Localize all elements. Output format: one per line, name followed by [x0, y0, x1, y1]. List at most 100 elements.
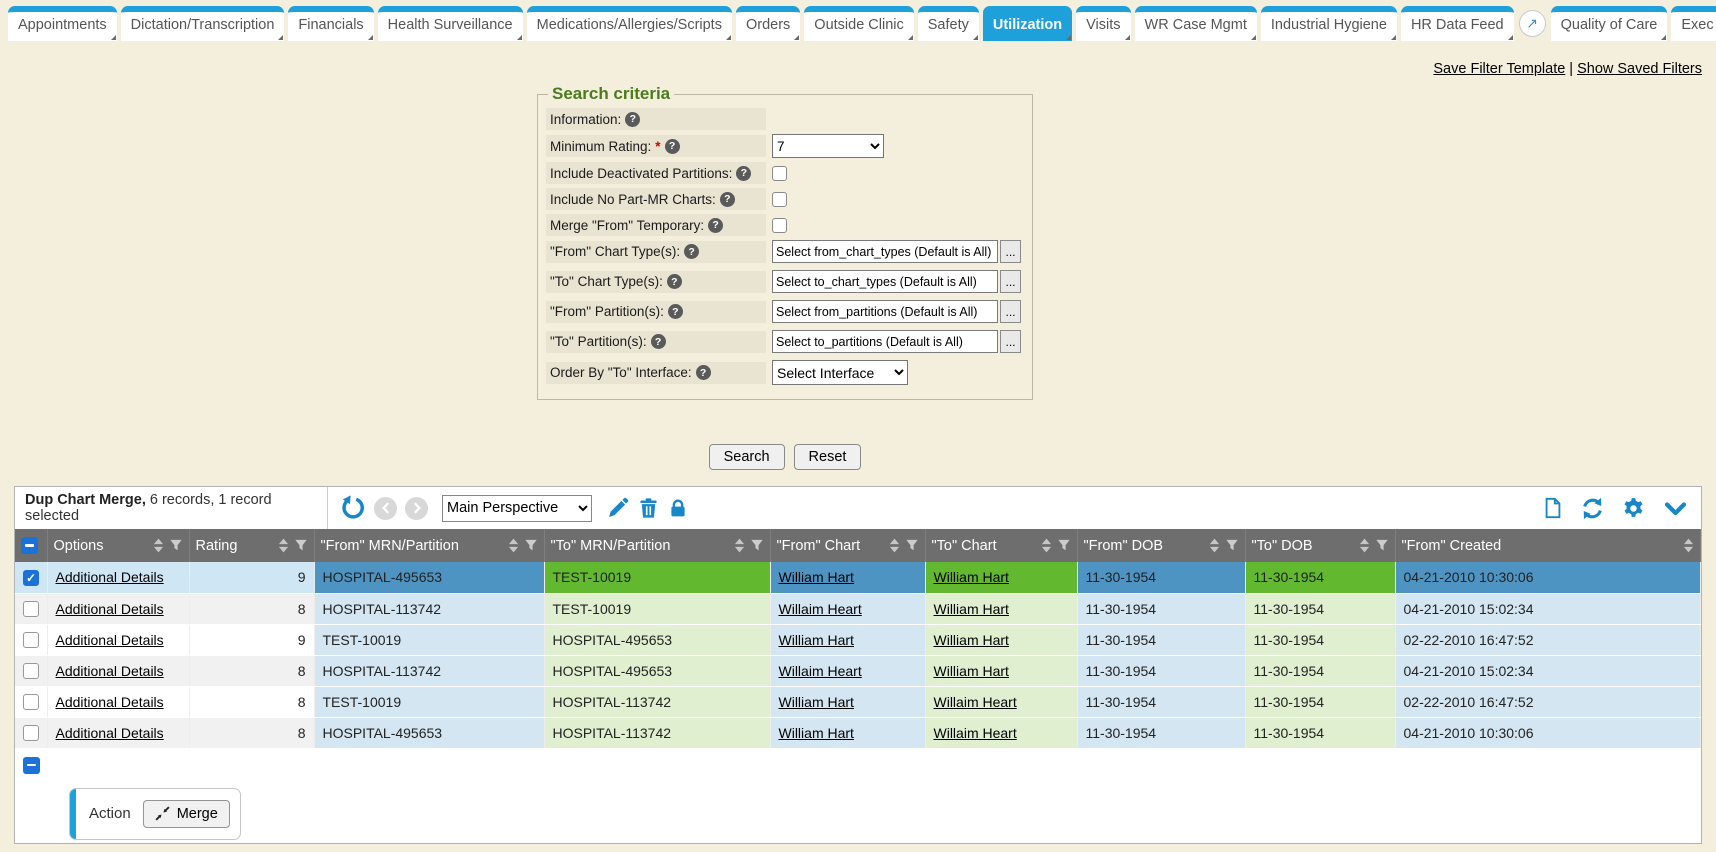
tab-wr-case-mgmt[interactable]: WR Case Mgmt — [1135, 6, 1257, 41]
next-page-icon[interactable] — [405, 497, 428, 520]
to-partitions-input[interactable] — [772, 330, 998, 353]
to-chart-link[interactable]: William Hart — [934, 632, 1009, 648]
column-header-from-created[interactable]: "From" Created — [1395, 529, 1701, 562]
tab-exec[interactable]: Exec — [1671, 6, 1716, 41]
help-icon[interactable]: ? — [736, 166, 751, 181]
row-checkbox[interactable] — [23, 694, 39, 710]
tab-financials[interactable]: Financials — [288, 6, 373, 41]
from-chart-link[interactable]: William Hart — [779, 725, 854, 741]
row-checkbox[interactable] — [23, 570, 39, 586]
to-chart-types-picker-button[interactable]: ... — [1000, 270, 1021, 293]
column-header-to-chart[interactable]: "To" Chart — [925, 529, 1077, 562]
include-deactivated-partitions-checkbox[interactable] — [772, 166, 787, 181]
filter-icon[interactable] — [905, 538, 919, 553]
to-chart-types-input[interactable] — [772, 270, 998, 293]
show-saved-filters-link[interactable]: Show Saved Filters — [1577, 61, 1702, 77]
to-chart-link[interactable]: William Hart — [934, 569, 1009, 585]
from-chart-types-picker-button[interactable]: ... — [1000, 240, 1021, 263]
help-icon[interactable]: ? — [668, 304, 683, 319]
search-button[interactable]: Search — [709, 444, 785, 470]
row-checkbox[interactable] — [23, 601, 39, 617]
filter-icon[interactable] — [750, 538, 764, 553]
order-by-to-interface-select[interactable]: Select Interface — [772, 360, 908, 385]
additional-details-link[interactable]: Additional Details — [56, 569, 164, 585]
sort-icon[interactable] — [889, 538, 900, 553]
help-icon[interactable]: ? — [708, 218, 723, 233]
undo-icon[interactable] — [340, 495, 366, 521]
collapse-selection-minus-toggle[interactable] — [23, 757, 40, 774]
delete-perspective-trash-icon[interactable] — [637, 496, 660, 520]
to-chart-link[interactable]: Willaim Heart — [934, 725, 1017, 741]
tab-quality-of-care[interactable]: Quality of Care — [1551, 6, 1668, 41]
from-partitions-input[interactable] — [772, 300, 998, 323]
filter-icon[interactable] — [1375, 538, 1389, 553]
to-chart-link[interactable]: Willaim Heart — [934, 694, 1017, 710]
collapse-panel-chevron-down-icon[interactable] — [1662, 495, 1689, 522]
include-no-part-mr-charts-checkbox[interactable] — [772, 192, 787, 207]
save-filter-template-link[interactable]: Save Filter Template — [1433, 61, 1565, 77]
help-icon[interactable]: ? — [684, 244, 699, 259]
help-icon[interactable]: ? — [625, 112, 640, 127]
sort-icon[interactable] — [1359, 538, 1370, 553]
help-icon[interactable]: ? — [696, 365, 711, 380]
refresh-icon[interactable] — [1580, 496, 1605, 521]
from-chart-link[interactable]: Willaim Heart — [779, 601, 862, 617]
help-icon[interactable]: ? — [665, 139, 680, 154]
sort-icon[interactable] — [278, 538, 289, 553]
from-chart-link[interactable]: Willaim Heart — [779, 663, 862, 679]
to-partitions-picker-button[interactable]: ... — [1000, 330, 1021, 353]
column-header-from-chart[interactable]: "From" Chart — [770, 529, 925, 562]
settings-gear-icon[interactable] — [1621, 496, 1646, 521]
row-checkbox[interactable] — [23, 663, 39, 679]
filter-icon[interactable] — [169, 538, 183, 553]
filter-icon[interactable] — [294, 538, 308, 553]
help-icon[interactable]: ? — [651, 334, 666, 349]
sort-icon[interactable] — [1209, 538, 1220, 553]
additional-details-link[interactable]: Additional Details — [56, 663, 164, 679]
new-document-icon[interactable] — [1542, 495, 1564, 521]
tab-industrial-hygiene[interactable]: Industrial Hygiene — [1261, 6, 1397, 41]
sort-icon[interactable] — [734, 538, 745, 553]
column-header-to-dob[interactable]: "To" DOB — [1245, 529, 1395, 562]
tab-dictation-transcription[interactable]: Dictation/Transcription — [121, 6, 285, 41]
additional-details-link[interactable]: Additional Details — [56, 725, 164, 741]
minimum-rating-select[interactable]: 7 — [772, 134, 884, 158]
tab-visits[interactable]: Visits — [1076, 6, 1130, 41]
filter-icon[interactable] — [524, 538, 538, 553]
tab-hr-data-feed[interactable]: HR Data Feed — [1401, 6, 1514, 41]
from-chart-link[interactable]: William Hart — [779, 569, 854, 585]
tab-medications-allergies-scripts[interactable]: Medications/Allergies/Scripts — [527, 6, 732, 41]
reset-button[interactable]: Reset — [794, 444, 862, 470]
additional-details-link[interactable]: Additional Details — [56, 694, 164, 710]
to-chart-link[interactable]: William Hart — [934, 601, 1009, 617]
sort-icon[interactable] — [153, 538, 164, 553]
edit-perspective-pencil-icon[interactable] — [606, 496, 630, 520]
from-chart-types-input[interactable] — [772, 240, 998, 263]
filter-icon[interactable] — [1057, 538, 1071, 553]
tab-safety[interactable]: Safety — [918, 6, 979, 41]
sort-icon[interactable] — [1683, 538, 1694, 553]
tab-health-surveillance[interactable]: Health Surveillance — [378, 6, 523, 41]
from-chart-link[interactable]: William Hart — [779, 632, 854, 648]
help-icon[interactable]: ? — [667, 274, 682, 289]
tab-overflow-arrow-icon[interactable]: ↗ — [1519, 10, 1546, 37]
select-all-minus-toggle[interactable] — [21, 537, 38, 554]
from-chart-link[interactable]: William Hart — [779, 694, 854, 710]
column-header-options[interactable]: Options — [47, 529, 189, 562]
column-header-from-dob[interactable]: "From" DOB — [1077, 529, 1245, 562]
help-icon[interactable]: ? — [720, 192, 735, 207]
column-header-from-mrn-partition[interactable]: "From" MRN/Partition — [314, 529, 544, 562]
tab-utilization[interactable]: Utilization — [983, 6, 1072, 41]
to-chart-link[interactable]: William Hart — [934, 663, 1009, 679]
sort-icon[interactable] — [1041, 538, 1052, 553]
tab-outside-clinic[interactable]: Outside Clinic — [804, 6, 913, 41]
additional-details-link[interactable]: Additional Details — [56, 632, 164, 648]
previous-page-icon[interactable] — [374, 497, 397, 520]
tab-orders[interactable]: Orders — [736, 6, 800, 41]
column-header-rating[interactable]: Rating — [189, 529, 314, 562]
merge-from-temporary-checkbox[interactable] — [772, 218, 787, 233]
row-checkbox[interactable] — [23, 725, 39, 741]
sort-icon[interactable] — [508, 538, 519, 553]
row-checkbox[interactable] — [23, 632, 39, 648]
lock-perspective-icon[interactable] — [667, 496, 689, 520]
